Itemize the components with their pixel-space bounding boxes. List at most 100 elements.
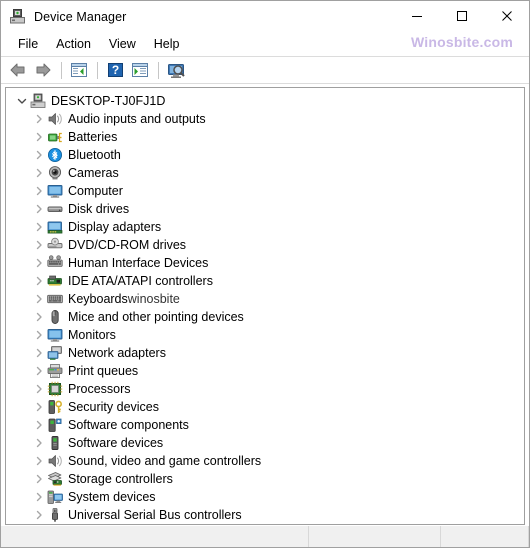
speaker-icon <box>48 455 62 467</box>
storage-controller-icon <box>48 472 62 486</box>
usb-icon <box>52 508 58 522</box>
tree-node-audio-inputs-and-outputs[interactable]: Audio inputs and outputs <box>6 110 524 128</box>
expander-system-devices[interactable] <box>32 488 46 506</box>
tree-node-software-devices[interactable]: Software devices <box>6 434 524 452</box>
expander-bluetooth[interactable] <box>32 146 46 164</box>
window-controls <box>394 1 529 31</box>
battery-icon <box>48 132 62 143</box>
system-device-icon <box>47 490 63 504</box>
tree-node-label: Human Interface Devices <box>68 256 209 270</box>
maximize-button[interactable] <box>439 1 484 31</box>
tree-node-storage-controllers[interactable]: Storage controllers <box>6 470 524 488</box>
status-pane-3 <box>441 526 529 547</box>
expander-monitors[interactable] <box>32 326 46 344</box>
menu-item-view[interactable]: View <box>100 34 145 54</box>
tree-node-sound-video-and-game-controllers[interactable]: Sound, video and game controllers <box>6 452 524 470</box>
tree-node-label: Sound, video and game controllers <box>68 454 262 468</box>
minimize-button[interactable] <box>394 1 439 31</box>
tree-node-software-components[interactable]: Software components <box>6 416 524 434</box>
expander-dvd-cd-rom-drives[interactable] <box>32 236 46 254</box>
root-expander[interactable] <box>15 92 29 110</box>
tree-node-network-adapters[interactable]: Network adapters <box>6 344 524 362</box>
printer-icon <box>47 364 63 379</box>
expander-computer[interactable] <box>32 182 46 200</box>
expander-keyboards[interactable] <box>32 290 46 308</box>
expander-storage-controllers[interactable] <box>32 470 46 488</box>
tree-node-label: Audio inputs and outputs <box>68 112 206 126</box>
tree-node-mice-and-other-pointing-devices[interactable]: Mice and other pointing devices <box>6 308 524 326</box>
expander-batteries[interactable] <box>32 128 46 146</box>
expander-human-interface-devices[interactable] <box>32 254 46 272</box>
tree-node-disk-drives[interactable]: Disk drives <box>6 200 524 218</box>
properties-icon <box>132 63 148 77</box>
expander-disk-drives[interactable] <box>32 200 46 218</box>
expander-universal-serial-bus-controllers[interactable] <box>32 506 46 524</box>
tree-node-cameras[interactable]: Cameras <box>6 164 524 182</box>
device-manager-window: Device Manager File Action View Help Win… <box>0 0 530 548</box>
chevron-right-icon <box>36 294 42 304</box>
help-icon: ? <box>107 63 123 77</box>
expander-print-queues[interactable] <box>32 362 46 380</box>
scan-hardware-button[interactable] <box>164 59 188 81</box>
tree-node-computer[interactable]: Computer <box>6 182 524 200</box>
tree-node-batteries[interactable]: Batteries <box>6 128 524 146</box>
expander-software-devices[interactable] <box>32 434 46 452</box>
tree-node-security-devices[interactable]: Security devices <box>6 398 524 416</box>
tree-node-keyboards[interactable]: Keyboards winosbite <box>6 290 524 308</box>
expander-network-adapters[interactable] <box>32 344 46 362</box>
chevron-right-icon <box>36 384 42 394</box>
properties-button[interactable] <box>128 59 152 81</box>
chevron-right-icon <box>36 420 42 430</box>
expander-software-components[interactable] <box>32 416 46 434</box>
tree-node-label: Disk drives <box>68 202 130 216</box>
expander-ide-ata-atapi-controllers[interactable] <box>32 272 46 290</box>
device-manager-icon <box>10 9 25 24</box>
close-button[interactable] <box>484 1 529 31</box>
tree-node-dvd-cd-rom-drives[interactable]: DVD/CD-ROM drives <box>6 236 524 254</box>
back-button[interactable] <box>6 59 30 81</box>
expander-audio-inputs-and-outputs[interactable] <box>32 110 46 128</box>
tree-node-processors[interactable]: Processors <box>6 380 524 398</box>
expander-processors[interactable] <box>32 380 46 398</box>
tree-node-ide-ata-atapi-controllers[interactable]: IDE ATA/ATAPI controllers <box>6 272 524 290</box>
chevron-right-icon <box>36 456 42 466</box>
chevron-right-icon <box>36 258 42 268</box>
menu-item-file[interactable]: File <box>9 34 47 54</box>
menu-item-action[interactable]: Action <box>47 34 100 54</box>
dvd-drive-icon <box>47 237 63 249</box>
expander-cameras[interactable] <box>32 164 46 182</box>
chevron-right-icon <box>36 186 42 196</box>
tree-node-system-devices[interactable]: System devices <box>6 488 524 506</box>
expander-display-adapters[interactable] <box>32 218 46 236</box>
tree-node-label: DVD/CD-ROM drives <box>68 238 187 252</box>
expander-sound-video-and-game-controllers[interactable] <box>32 452 46 470</box>
tree-node-label: IDE ATA/ATAPI controllers <box>68 274 213 288</box>
camera-icon <box>48 166 62 180</box>
tree-node-monitors[interactable]: Monitors <box>6 326 524 344</box>
scan-for-hardware-changes-icon <box>168 63 185 78</box>
chevron-right-icon <box>36 312 42 322</box>
help-button[interactable]: ? <box>103 59 127 81</box>
forward-button[interactable] <box>31 59 55 81</box>
tree-node-print-queues[interactable]: Print queues <box>6 362 524 380</box>
tree-node-human-interface-devices[interactable]: Human Interface Devices <box>6 254 524 272</box>
console-tree-button[interactable] <box>67 59 91 81</box>
tree-node-label: Keyboards <box>68 292 128 306</box>
expander-mice-and-other-pointing-devices[interactable] <box>32 308 46 326</box>
tree-node-bluetooth[interactable]: Bluetooth <box>6 146 524 164</box>
chevron-right-icon <box>36 510 42 520</box>
menu-item-help[interactable]: Help <box>145 34 189 54</box>
toolbar-separator-3 <box>158 61 159 79</box>
mouse-icon <box>51 310 59 324</box>
tree-node-label: Software components <box>68 418 189 432</box>
tree-node-label: Security devices <box>68 400 160 414</box>
chevron-right-icon <box>36 366 42 376</box>
device-tree-panel[interactable]: DESKTOP-TJ0FJ1D Audio inputs and outputs B… <box>5 87 525 525</box>
tree-node-label: Bluetooth <box>68 148 121 162</box>
tree-node-root[interactable]: DESKTOP-TJ0FJ1D <box>6 92 524 110</box>
tree-node-universal-serial-bus-controllers[interactable]: Universal Serial Bus controllers <box>6 506 524 524</box>
expander-security-devices[interactable] <box>32 398 46 416</box>
tree-node-label: Software devices <box>68 436 164 450</box>
keyboard-icon <box>47 294 63 304</box>
tree-node-display-adapters[interactable]: Display adapters <box>6 218 524 236</box>
